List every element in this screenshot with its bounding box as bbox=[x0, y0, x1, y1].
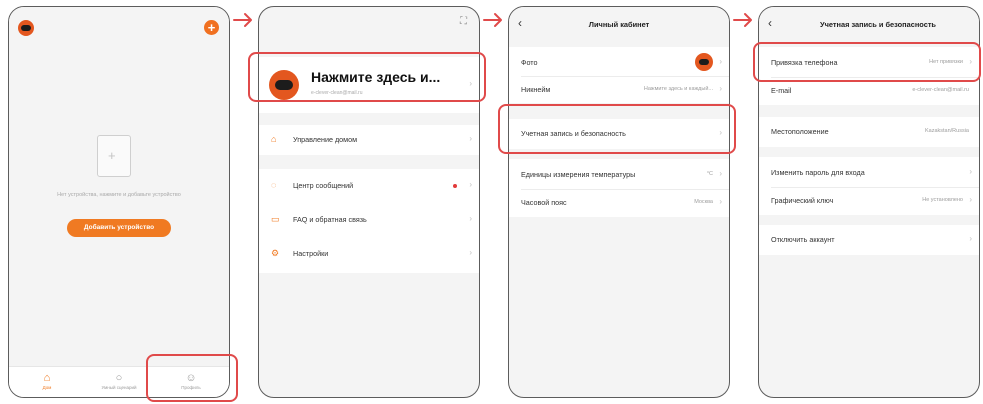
menu-item-label: Настройки bbox=[293, 249, 329, 258]
row-value: e-clever-clean@mail.ru bbox=[912, 87, 969, 93]
menu-item-label: FAQ и обратная связь bbox=[293, 215, 367, 224]
highlight-profile-tab bbox=[146, 354, 238, 402]
menu-item-label: Управление домом bbox=[293, 135, 358, 144]
app-logo-icon bbox=[18, 20, 34, 36]
phone-screen-personal-cabinet: ‹ Личный кабинет Фото › Никнейм Нажмите … bbox=[508, 6, 730, 398]
row-disable-account[interactable]: Отключить аккаунт › bbox=[759, 226, 979, 254]
highlight-phone-binding bbox=[753, 42, 981, 82]
menu-item-home-management[interactable]: ⌂ Управление домом › bbox=[259, 126, 479, 154]
unread-badge bbox=[453, 184, 457, 188]
scene-icon: ○ bbox=[115, 372, 123, 384]
row-label: Часовой пояс bbox=[521, 198, 567, 207]
tab-scene-label: Умный сценарий bbox=[101, 385, 137, 390]
row-value: °C bbox=[706, 171, 713, 177]
row-label: E-mail bbox=[771, 86, 792, 95]
chevron-right-icon: › bbox=[719, 57, 722, 66]
row-value: Нажмите здесь и каждый... bbox=[643, 86, 713, 92]
row-pattern-lock[interactable]: Графический ключ Не установлено › bbox=[759, 187, 979, 215]
row-timezone[interactable]: Часовой пояс Москва › bbox=[509, 189, 729, 217]
menu-group-main: ◌ Центр сообщений › ▭ FAQ и обратная свя… bbox=[259, 169, 479, 273]
scan-icon[interactable]: ⛶ bbox=[460, 16, 467, 27]
row-value: Kazakstan/Russia bbox=[924, 128, 969, 134]
tab-home-label: Дом bbox=[42, 385, 52, 390]
chevron-right-icon: › bbox=[719, 84, 722, 93]
avatar bbox=[695, 53, 713, 71]
empty-state-text: Нет устройства, нажмите и добавьте устро… bbox=[57, 192, 181, 198]
group-security: Изменить пароль для входа › Графический … bbox=[759, 157, 979, 215]
faq-icon: ▭ bbox=[271, 214, 280, 224]
tab-scene[interactable]: ○ Умный сценарий bbox=[89, 371, 149, 390]
page-title: Личный кабинет bbox=[588, 20, 650, 29]
group-location: Местоположение Kazakstan/Russia bbox=[759, 117, 979, 147]
arrow-right-icon bbox=[733, 12, 753, 28]
menu-item-messages[interactable]: ◌ Центр сообщений › bbox=[259, 172, 479, 200]
row-label: Изменить пароль для входа bbox=[771, 168, 865, 177]
back-arrow-icon[interactable]: ‹ bbox=[768, 16, 772, 30]
arrow-right-icon bbox=[483, 12, 503, 28]
row-value: Не установлено bbox=[922, 197, 963, 203]
group-disable: Отключить аккаунт › bbox=[759, 225, 979, 255]
add-device-button[interactable]: Добавить устройство bbox=[67, 219, 171, 237]
page-title: Учетная запись и безопасность bbox=[820, 20, 936, 29]
empty-document-icon: + bbox=[97, 135, 131, 177]
row-value: Москва bbox=[694, 199, 713, 205]
row-photo[interactable]: Фото › bbox=[509, 49, 729, 77]
chevron-right-icon: › bbox=[969, 167, 972, 176]
row-label: Никнейм bbox=[521, 85, 551, 94]
chevron-right-icon: › bbox=[469, 134, 472, 143]
chevron-right-icon: › bbox=[469, 214, 472, 223]
home-header: + bbox=[9, 7, 229, 47]
row-nickname[interactable]: Никнейм Нажмите здесь и каждый... › bbox=[509, 76, 729, 104]
row-label: Графический ключ bbox=[771, 196, 834, 205]
chevron-right-icon: › bbox=[969, 234, 972, 243]
add-device-plus-button[interactable]: + bbox=[204, 20, 219, 35]
menu-item-settings[interactable]: ⚙ Настройки › bbox=[259, 240, 479, 268]
chevron-right-icon: › bbox=[469, 180, 472, 189]
nav-header: ‹ Личный кабинет bbox=[509, 7, 729, 41]
row-label: Отключить аккаунт bbox=[771, 235, 835, 244]
row-label: Единицы измерения температуры bbox=[521, 170, 636, 179]
chevron-right-icon: › bbox=[719, 169, 722, 178]
settings-icon: ⚙ bbox=[271, 248, 280, 258]
menu-group-home: ⌂ Управление домом › bbox=[259, 125, 479, 155]
chevron-right-icon: › bbox=[469, 248, 472, 257]
chevron-right-icon: › bbox=[719, 197, 722, 206]
row-change-password[interactable]: Изменить пароль для входа › bbox=[759, 159, 979, 187]
highlight-account-security bbox=[498, 104, 736, 154]
row-location: Местоположение Kazakstan/Russia bbox=[759, 118, 979, 146]
phone-screen-home: + + Нет устройства, нажмите и добавьте у… bbox=[8, 6, 230, 398]
row-temperature-units[interactable]: Единицы измерения температуры °C › bbox=[509, 161, 729, 189]
group-preferences: Единицы измерения температуры °C › Часов… bbox=[509, 159, 729, 217]
message-icon: ◌ bbox=[271, 180, 277, 190]
highlight-profile-card bbox=[248, 52, 486, 102]
nav-header: ‹ Учетная запись и безопасность bbox=[759, 7, 979, 41]
menu-item-label: Центр сообщений bbox=[293, 181, 354, 190]
tab-home[interactable]: ⌂ Дом bbox=[17, 371, 77, 390]
home-icon: ⌂ bbox=[43, 372, 51, 384]
row-label: Фото bbox=[521, 58, 538, 67]
group-profile-info: Фото › Никнейм Нажмите здесь и каждый...… bbox=[509, 47, 729, 103]
row-label: Местоположение bbox=[771, 127, 829, 136]
home-outline-icon: ⌂ bbox=[271, 134, 277, 144]
menu-item-faq[interactable]: ▭ FAQ и обратная связь › bbox=[259, 206, 479, 234]
arrow-right-icon bbox=[233, 12, 253, 28]
chevron-right-icon: › bbox=[969, 195, 972, 204]
